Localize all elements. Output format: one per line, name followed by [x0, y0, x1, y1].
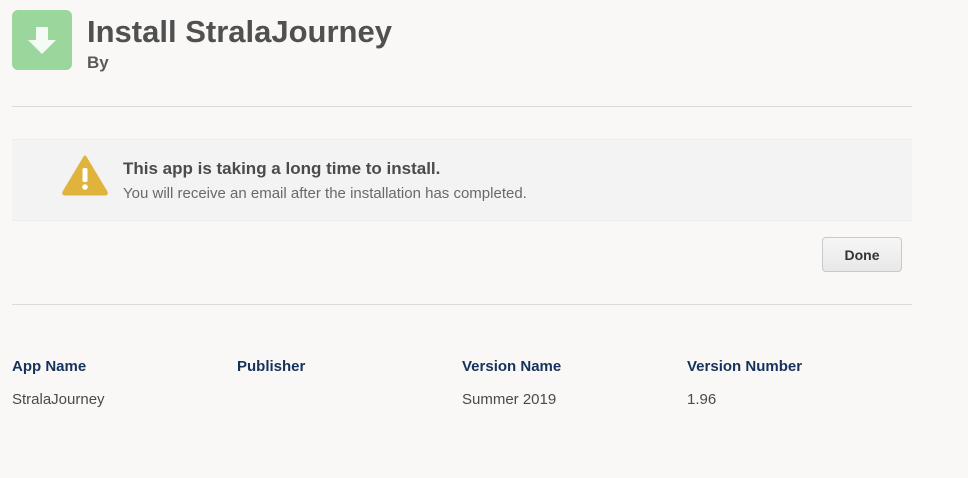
install-alert: This app is taking a long time to instal… [12, 139, 912, 221]
publisher-column: Publisher [237, 358, 462, 409]
publisher-byline: By [87, 53, 109, 72]
alert-message: You will receive an email after the inst… [123, 185, 527, 202]
done-button[interactable]: Done [822, 237, 902, 272]
section-divider [12, 304, 912, 305]
version-number-header: Version Number [687, 358, 803, 375]
publisher-value [237, 391, 462, 409]
app-name-header: App Name [12, 358, 87, 375]
warning-icon [61, 154, 109, 201]
app-name-column: App Name StralaJourney [12, 358, 237, 409]
version-number-column: Version Number 1.96 [687, 358, 912, 409]
version-name-column: Version Name Summer 2019 [462, 358, 687, 409]
version-number-value: 1.96 [687, 391, 717, 408]
publisher-header: Publisher [237, 358, 306, 375]
page-title: Install StralaJourney [87, 14, 392, 49]
version-name-header: Version Name [462, 358, 562, 375]
header-divider [12, 106, 912, 107]
alert-title: This app is taking a long time to instal… [123, 159, 441, 178]
version-name-value: Summer 2019 [462, 391, 557, 408]
download-arrow-icon [12, 10, 72, 70]
app-name-value: StralaJourney [12, 391, 105, 408]
page-header: Install StralaJourney By [12, 10, 392, 73]
